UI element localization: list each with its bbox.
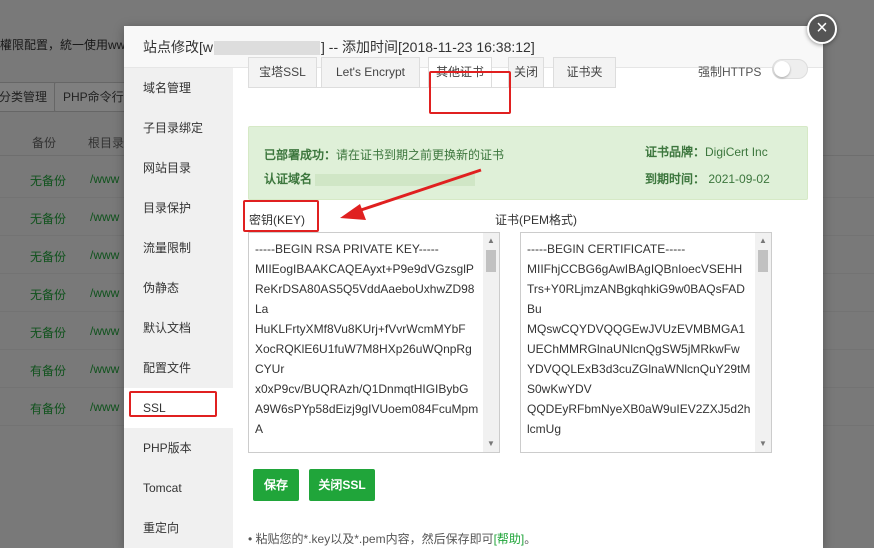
ssl-status-box: 已部署成功：请在证书到期之前更换新的证书 认证域名 证书品牌：DigiCert … (248, 126, 808, 200)
key-scrollbar[interactable]: ▲ ▼ (483, 233, 499, 452)
modal-title-prefix: 站点修改[w (143, 39, 213, 55)
scroll-up-icon[interactable]: ▲ (755, 233, 771, 249)
force-https-toggle[interactable] (772, 59, 808, 79)
help-tip-text: 粘贴您的*.key以及*.pem内容，然后保存即可 (255, 532, 494, 546)
sidebar-item-default-doc[interactable]: 默认文档 (124, 308, 233, 348)
tab-cert-folder[interactable]: 证书夹 (553, 57, 616, 87)
annotation-tab-box (429, 71, 511, 114)
key-textarea[interactable]: -----BEGIN RSA PRIVATE KEY----- MIIEogIB… (248, 232, 500, 453)
help-link[interactable]: [帮助] (494, 532, 525, 546)
deploy-status-text: 请在证书到期之前更换新的证书 (336, 148, 505, 162)
cert-label: 证书(PEM格式) (495, 213, 577, 227)
annotation-key-box (243, 200, 319, 232)
sidebar-item-tomcat[interactable]: Tomcat (124, 468, 233, 508)
close-icon[interactable]: × (807, 14, 837, 44)
key-textarea-content[interactable]: -----BEGIN RSA PRIVATE KEY----- MIIEogIB… (255, 239, 479, 439)
cert-scrollbar[interactable]: ▲ ▼ (755, 233, 771, 452)
sidebar-item-config[interactable]: 配置文件 (124, 348, 233, 388)
blurred-cert-domain (315, 173, 476, 186)
modal-title-suffix: ] -- 添加时间[2018-11-23 16:38:12] (321, 39, 535, 55)
sidebar-item-redirect[interactable]: 重定向 (124, 508, 233, 548)
settings-sidebar: 域名管理 子目录绑定 网站目录 目录保护 流量限制 伪静态 默认文档 配置文件 … (124, 68, 233, 548)
cert-domain-label: 认证域名 (264, 172, 313, 186)
scroll-down-icon[interactable]: ▼ (755, 436, 771, 452)
toggle-knob (774, 61, 790, 77)
blurred-domain (214, 41, 320, 56)
sidebar-item-domain[interactable]: 域名管理 (124, 68, 233, 108)
help-tip-end: 。 (524, 532, 537, 546)
scroll-up-icon[interactable]: ▲ (483, 233, 499, 249)
sidebar-item-subdir[interactable]: 子目录绑定 (124, 108, 233, 148)
deploy-status-label: 已部署成功： (264, 148, 337, 162)
cert-expire-label: 到期时间： (645, 172, 706, 186)
cert-brand: 证书品牌：DigiCert Inc (645, 143, 768, 160)
sidebar-item-rewrite[interactable]: 伪静态 (124, 268, 233, 308)
cert-brand-value: DigiCert Inc (705, 145, 768, 159)
annotation-ssl-box (129, 391, 217, 417)
sidebar-item-site-dir[interactable]: 网站目录 (124, 148, 233, 188)
save-button[interactable]: 保存 (253, 469, 299, 501)
cert-textarea[interactable]: -----BEGIN CERTIFICATE----- MIIFhjCCBG6g… (520, 232, 772, 453)
sidebar-item-php[interactable]: PHP版本 (124, 428, 233, 468)
cert-expire: 到期时间： 2021-09-02 (645, 170, 770, 187)
cert-domain: 认证域名 (264, 170, 476, 187)
tab-lets-encrypt[interactable]: Let's Encrypt (321, 57, 420, 87)
scroll-thumb[interactable] (758, 250, 768, 272)
sidebar-item-traffic[interactable]: 流量限制 (124, 228, 233, 268)
tab-close[interactable]: 关闭 (508, 57, 544, 87)
scroll-thumb[interactable] (486, 250, 496, 272)
sidebar-item-dir-protect[interactable]: 目录保护 (124, 188, 233, 228)
cert-textarea-content[interactable]: -----BEGIN CERTIFICATE----- MIIFhjCCBG6g… (527, 239, 751, 439)
force-https-label: 强制HTTPS (698, 65, 762, 79)
tab-bt-ssl[interactable]: 宝塔SSL (248, 57, 317, 87)
cert-brand-label: 证书品牌： (645, 145, 706, 159)
help-tip: • 粘贴您的*.key以及*.pem内容，然后保存即可[帮助]。 (248, 532, 537, 546)
scroll-down-icon[interactable]: ▼ (483, 436, 499, 452)
cert-expire-value: 2021-09-02 (708, 172, 770, 186)
deploy-status: 已部署成功：请在证书到期之前更换新的证书 (264, 146, 504, 163)
close-ssl-button[interactable]: 关闭SSL (309, 469, 375, 501)
